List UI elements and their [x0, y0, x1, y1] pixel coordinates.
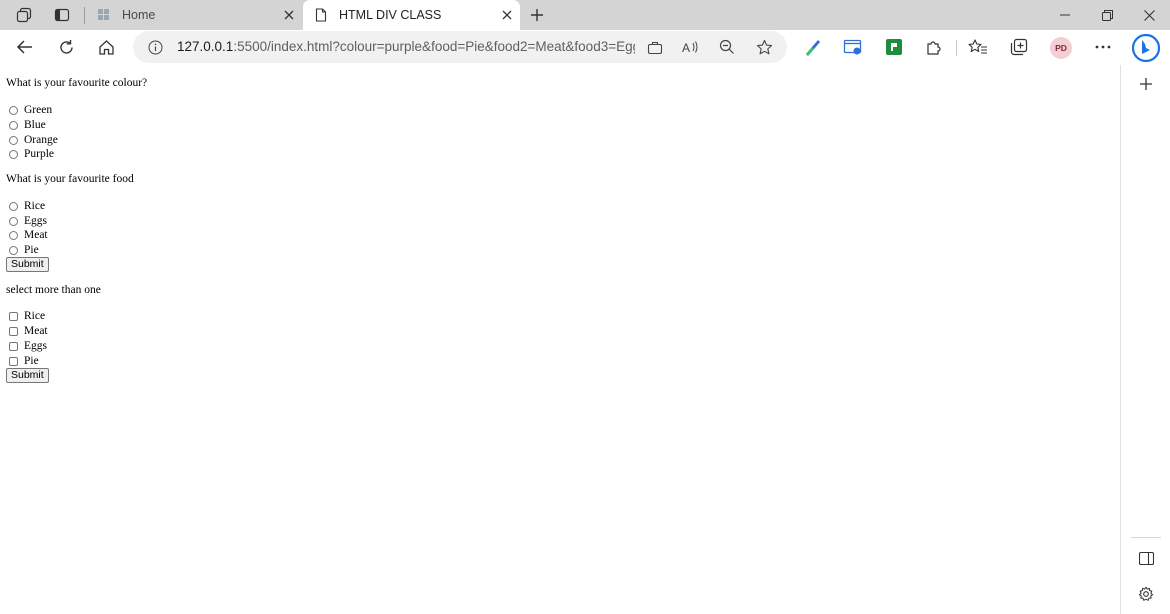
checkbox[interactable]: [9, 356, 18, 366]
colour-question: What is your favourite colour?: [6, 77, 148, 89]
avatar[interactable]: PD: [1050, 37, 1072, 59]
colour-option-blue[interactable]: Blue: [9, 118, 46, 132]
close-icon[interactable]: [278, 4, 300, 26]
tab-html-div-class[interactable]: HTML DIV CLASS: [303, 0, 520, 30]
tab-label: HTML DIV CLASS: [339, 8, 442, 22]
sidebar-toggle-icon[interactable]: [1135, 547, 1157, 569]
home-icon[interactable]: [91, 32, 121, 62]
colour-option-green[interactable]: Green: [9, 103, 52, 117]
read-aloud-icon[interactable]: A: [678, 34, 704, 60]
toolbar-separator: [956, 40, 957, 56]
svg-text:A: A: [682, 41, 690, 55]
submit-button-2[interactable]: Submit: [6, 368, 49, 383]
tab-home[interactable]: Home: [86, 0, 302, 30]
submit-button[interactable]: Submit: [6, 257, 49, 272]
food-option-rice[interactable]: Rice: [9, 199, 45, 213]
colour-option-orange[interactable]: Orange: [9, 133, 58, 147]
option-label: Meat: [24, 325, 48, 337]
app-window-icon[interactable]: [838, 32, 868, 62]
pen-extension-icon[interactable]: [798, 32, 828, 62]
address-bar[interactable]: 127.0.0.1:5500/index.html?colour=purple&…: [133, 31, 787, 63]
option-label: Green: [24, 104, 53, 116]
gear-icon[interactable]: [1135, 583, 1157, 605]
tab-separator: [84, 7, 85, 24]
radio-button[interactable]: [9, 120, 18, 130]
zoom-out-icon[interactable]: [714, 34, 740, 60]
info-icon[interactable]: [145, 37, 165, 57]
plus-icon[interactable]: [526, 4, 548, 26]
back-arrow-icon[interactable]: [10, 32, 40, 62]
url-path: :5500/index.html?colour=purple&food=Pie&…: [233, 39, 635, 54]
workspaces-icon[interactable]: [13, 5, 35, 25]
radio-button[interactable]: [9, 230, 18, 240]
sidebar-separator: [1131, 537, 1161, 538]
multi-option-eggs[interactable]: Eggs: [9, 339, 47, 353]
close-icon[interactable]: [496, 4, 518, 26]
option-label: Rice: [24, 310, 46, 322]
radio-button[interactable]: [9, 216, 18, 226]
app-available-icon[interactable]: [642, 34, 668, 60]
address-url[interactable]: 127.0.0.1:5500/index.html?colour=purple&…: [177, 31, 635, 63]
star-icon[interactable]: [751, 34, 777, 60]
close-window-button[interactable]: [1127, 0, 1170, 30]
checkbox[interactable]: [9, 341, 18, 351]
page-icon: [96, 7, 112, 23]
page-content: What is your favourite colour? Green Blu…: [0, 65, 1120, 614]
restore-button[interactable]: [1085, 0, 1129, 30]
multi-option-pie[interactable]: Pie: [9, 354, 39, 368]
radio-button[interactable]: [9, 245, 18, 255]
colour-option-purple[interactable]: Purple: [9, 147, 54, 161]
refresh-icon[interactable]: [51, 32, 81, 62]
option-label: Pie: [24, 244, 39, 256]
option-label: Blue: [24, 119, 46, 131]
more-icon[interactable]: [1088, 32, 1118, 62]
page-icon: [313, 7, 329, 23]
radio-button[interactable]: [9, 149, 18, 159]
title-bar: Home HTML DIV CLASS: [0, 0, 1170, 30]
green-extension-icon[interactable]: [879, 32, 909, 62]
food-question: What is your favourite food: [6, 173, 134, 185]
checkbox[interactable]: [9, 326, 18, 336]
option-label: Meat: [24, 229, 48, 241]
option-label: Purple: [24, 148, 55, 160]
food-option-meat[interactable]: Meat: [9, 228, 48, 242]
minimize-button[interactable]: [1043, 0, 1087, 30]
food-option-eggs[interactable]: Eggs: [9, 214, 47, 228]
radio-button[interactable]: [9, 201, 18, 211]
option-label: Orange: [24, 134, 58, 146]
radio-button[interactable]: [9, 105, 18, 115]
puzzle-icon[interactable]: [919, 32, 949, 62]
url-host: 127.0.0.1: [177, 39, 234, 54]
favorites-icon[interactable]: [963, 32, 993, 62]
bing-copilot-icon[interactable]: [1130, 32, 1161, 63]
checkbox[interactable]: [9, 311, 18, 321]
tab-actions-icon[interactable]: [51, 5, 73, 25]
tab-label: Home: [122, 8, 156, 22]
option-label: Eggs: [24, 215, 47, 227]
option-label: Rice: [24, 200, 46, 212]
plus-icon[interactable]: [1135, 73, 1157, 95]
browser-toolbar: 127.0.0.1:5500/index.html?colour=purple&…: [0, 30, 1170, 65]
option-label: Eggs: [24, 340, 47, 352]
multi-question: select more than one: [6, 284, 101, 296]
radio-button[interactable]: [9, 135, 18, 145]
multi-option-rice[interactable]: Rice: [9, 309, 45, 323]
multi-option-meat[interactable]: Meat: [9, 324, 48, 338]
option-label: Pie: [24, 355, 39, 367]
edge-sidebar: [1120, 65, 1170, 614]
collections-icon[interactable]: [1004, 32, 1034, 62]
food-option-pie[interactable]: Pie: [9, 243, 39, 257]
